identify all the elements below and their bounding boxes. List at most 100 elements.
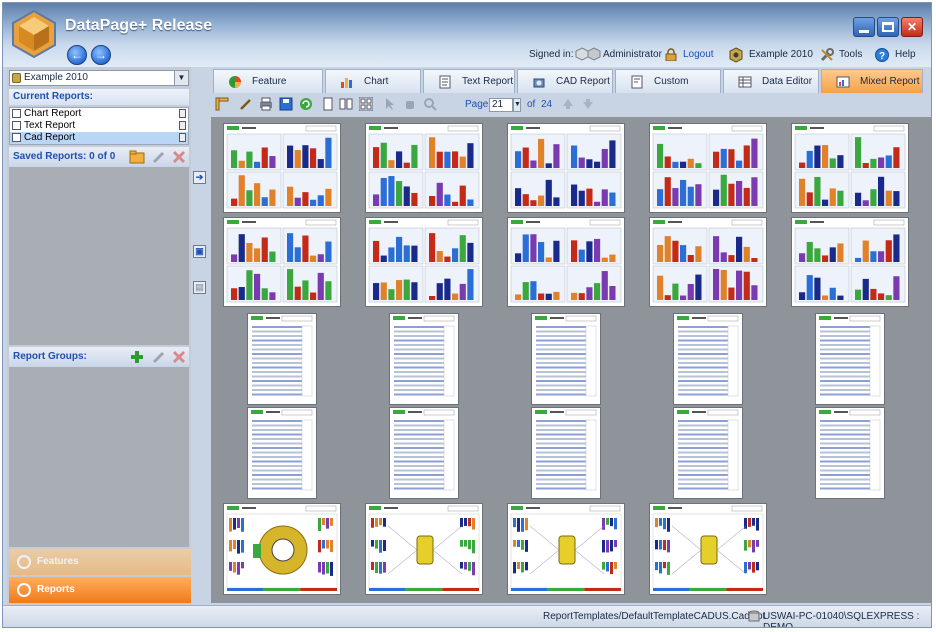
cad-page-thumbnail[interactable] — [223, 503, 341, 595]
cad-page-thumbnail[interactable] — [365, 503, 483, 595]
delete-group-icon[interactable] — [171, 349, 187, 365]
report-item-cad[interactable]: Cad Report — [10, 132, 188, 144]
chevron-down-icon[interactable]: ▼ — [174, 71, 188, 85]
tab-chart-report[interactable]: Chart Report — [325, 69, 421, 111]
text-page-thumbnail[interactable] — [389, 407, 459, 499]
hand-icon[interactable] — [403, 97, 417, 111]
total-pages: 24 — [541, 99, 553, 110]
close-button[interactable]: ✕ — [901, 17, 923, 37]
chart-page-thumbnail[interactable] — [791, 123, 909, 213]
forward-button[interactable]: → — [91, 45, 111, 65]
chart-page-preview-icon — [652, 125, 764, 209]
page-number-input[interactable]: 21 — [489, 98, 513, 112]
pointer-icon[interactable] — [383, 97, 397, 111]
tab-custom-report[interactable]: Custom Report — [615, 69, 721, 111]
text-report-icon — [12, 121, 21, 130]
page-dropdown-icon[interactable]: ▼ — [513, 98, 521, 112]
chart-page-thumbnail[interactable] — [649, 217, 767, 307]
reports-pane-button[interactable]: Reports — [9, 577, 191, 603]
tab-cad-report[interactable]: CAD Report — [517, 69, 613, 93]
text-page-preview-icon — [535, 315, 597, 397]
tab-mixed-report[interactable]: Mixed Report — [821, 69, 923, 93]
minimize-button[interactable] — [853, 17, 875, 37]
edit-group-icon[interactable] — [151, 349, 167, 365]
tab-feature-monitor[interactable]: Feature Monitor — [213, 69, 323, 111]
tools-icon — [820, 48, 834, 62]
text-page-thumbnail[interactable] — [247, 313, 317, 405]
database-icon — [12, 73, 21, 83]
text-page-thumbnail[interactable] — [673, 407, 743, 499]
text-page-preview-icon — [251, 409, 313, 491]
chart-page-preview-icon — [510, 125, 622, 209]
cad-page-preview-icon — [652, 505, 764, 591]
text-page-preview-icon — [819, 409, 881, 491]
app-title: DataPage+ Release — [65, 17, 213, 34]
tab-label: Data Editor — [762, 76, 813, 87]
report-action-icon[interactable] — [179, 109, 186, 118]
save-icon[interactable] — [279, 97, 293, 111]
tab-text-report[interactable]: Text Report — [423, 69, 515, 93]
cad-page-thumbnail[interactable] — [507, 503, 625, 595]
chart-page-thumbnail[interactable] — [791, 217, 909, 307]
user-link[interactable]: Administrator — [603, 49, 662, 60]
single-page-icon[interactable] — [321, 97, 335, 111]
text-page-preview-icon — [393, 315, 455, 397]
print-icon[interactable]: ▤ — [193, 281, 206, 294]
status-bar: ReportTemplates/DefaultTemplateCADUS.Cad… — [3, 605, 931, 627]
ruler-icon[interactable] — [215, 97, 229, 111]
chart-page-thumbnail[interactable] — [223, 217, 341, 307]
zoom-icon[interactable] — [423, 97, 437, 111]
edit-report-icon[interactable] — [239, 97, 253, 111]
report-item-chart[interactable]: Chart Report — [10, 108, 188, 120]
layout-icon[interactable]: ▣ — [193, 245, 206, 258]
edit-icon[interactable] — [151, 149, 167, 165]
chart-page-thumbnail[interactable] — [223, 123, 341, 213]
chart-page-thumbnail[interactable] — [649, 123, 767, 213]
multi-page-icon[interactable] — [359, 97, 373, 111]
report-preview-area — [211, 117, 931, 603]
tools-menu[interactable]: Tools — [839, 49, 862, 60]
reports-label: Reports — [37, 584, 75, 595]
chart-page-preview-icon — [226, 219, 338, 303]
back-button[interactable]: ← — [67, 45, 87, 65]
maximize-button[interactable] — [877, 17, 899, 37]
open-folder-icon[interactable] — [129, 149, 145, 165]
features-pane-button[interactable]: Features — [9, 549, 191, 575]
add-group-icon[interactable] — [129, 349, 145, 365]
refresh-icon[interactable] — [299, 97, 313, 111]
page-up-icon[interactable] — [561, 97, 575, 111]
custom-report-icon — [631, 75, 643, 89]
delete-icon[interactable] — [171, 149, 187, 165]
two-page-icon[interactable] — [339, 97, 353, 111]
page-down-icon[interactable] — [581, 97, 595, 111]
text-page-thumbnail[interactable] — [673, 313, 743, 405]
cad-report-icon — [12, 133, 21, 142]
logout-link[interactable]: Logout — [683, 49, 714, 60]
move-to-report-icon[interactable]: ➔ — [193, 171, 206, 184]
chart-page-preview-icon — [368, 219, 480, 303]
chart-page-thumbnail[interactable] — [365, 217, 483, 307]
text-page-thumbnail[interactable] — [247, 407, 317, 499]
report-action-icon[interactable] — [179, 133, 186, 142]
database-select[interactable]: Example 2010 ▼ — [9, 70, 189, 86]
chart-page-thumbnail[interactable] — [507, 217, 625, 307]
text-page-thumbnail[interactable] — [531, 313, 601, 405]
of-label: of — [527, 99, 536, 110]
help-menu[interactable]: Help — [895, 49, 916, 60]
chart-report-icon — [12, 109, 21, 118]
print-icon[interactable] — [259, 97, 273, 111]
tab-label: Mixed Report — [860, 76, 920, 87]
report-item-text[interactable]: Text Report — [10, 120, 188, 132]
database-select-value: Example 2010 — [24, 72, 88, 83]
text-page-thumbnail[interactable] — [815, 407, 885, 499]
text-page-thumbnail[interactable] — [389, 313, 459, 405]
chart-page-thumbnail[interactable] — [507, 123, 625, 213]
chart-page-preview-icon — [368, 125, 480, 209]
cad-page-thumbnail[interactable] — [649, 503, 767, 595]
text-page-thumbnail[interactable] — [531, 407, 601, 499]
text-page-thumbnail[interactable] — [815, 313, 885, 405]
report-action-icon[interactable] — [179, 121, 186, 130]
sidebar: Example 2010 ▼ Current Reports: Chart Re… — [7, 67, 191, 605]
chart-page-thumbnail[interactable] — [365, 123, 483, 213]
tab-data-editor[interactable]: Data Editor — [723, 69, 819, 93]
